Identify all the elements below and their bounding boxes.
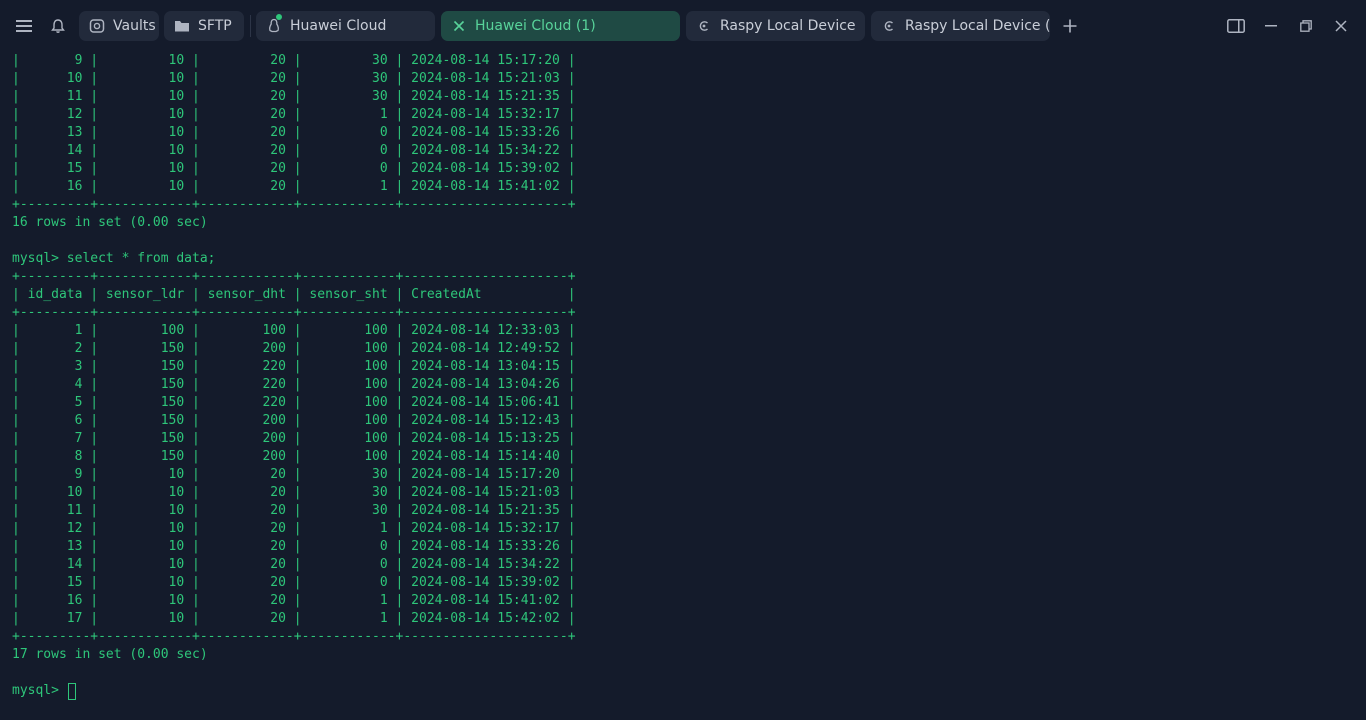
tab-label: Raspy Local Device [720,18,856,34]
terminal-line: | 9 | 10 | 20 | 30 | 2024-08-14 15:17:20… [12,467,576,482]
terminal-line: | 6 | 150 | 200 | 100 | 2024-08-14 15:12… [12,413,576,428]
tab-label: Huawei Cloud (1) [475,18,596,34]
terminal-line: | 10 | 10 | 20 | 30 | 2024-08-14 15:21:0… [12,485,576,500]
terminal-line: | 4 | 150 | 220 | 100 | 2024-08-14 13:04… [12,377,576,392]
terminal-cursor [68,683,76,700]
terminal-line: | 13 | 10 | 20 | 0 | 2024-08-14 15:33:26… [12,125,576,140]
tab-label: Raspy Local Device (1) [905,18,1050,34]
tab-vaults[interactable]: Vaults [79,11,159,41]
raspberry-icon [881,18,897,34]
terminal-line: +---------+------------+------------+---… [12,629,576,644]
terminal-prompt: mysql> [12,683,67,698]
tab-huawei-cloud[interactable]: Huawei Cloud [256,11,435,41]
terminal-line: | 12 | 10 | 20 | 1 | 2024-08-14 15:32:17… [12,107,576,122]
terminal-line: | 16 | 10 | 20 | 1 | 2024-08-14 15:41:02… [12,593,576,608]
tab-label: Huawei Cloud [290,18,387,34]
terminal-line: | 14 | 10 | 20 | 0 | 2024-08-14 15:34:22… [12,557,576,572]
vault-icon [89,18,105,34]
terminal-output[interactable]: | 9 | 10 | 20 | 30 | 2024-08-14 15:17:20… [0,52,1366,720]
terminal-line: | 14 | 10 | 20 | 0 | 2024-08-14 15:34:22… [12,143,576,158]
tab-label: SFTP [198,18,232,34]
terminal-line: 17 rows in set (0.00 sec) [12,647,208,662]
terminal-line: 16 rows in set (0.00 sec) [12,215,208,230]
terminal-line: | 8 | 150 | 200 | 100 | 2024-08-14 15:14… [12,449,576,464]
terminal-line: | id_data | sensor_ldr | sensor_dht | se… [12,287,576,302]
window-close-icon[interactable] [1327,12,1355,40]
terminal-line: | 9 | 10 | 20 | 30 | 2024-08-14 15:17:20… [12,53,576,68]
terminal-line: | 7 | 150 | 200 | 100 | 2024-08-14 15:13… [12,431,576,446]
tab-raspy-local-device[interactable]: Raspy Local Device [686,11,865,41]
terminal-line: +---------+------------+------------+---… [12,197,576,212]
terminal-line: | 12 | 10 | 20 | 1 | 2024-08-14 15:32:17… [12,521,576,536]
terminal-line: | 16 | 10 | 20 | 1 | 2024-08-14 15:41:02… [12,179,576,194]
terminal-line: | 11 | 10 | 20 | 30 | 2024-08-14 15:21:3… [12,89,576,104]
connection-status-dot [276,14,282,20]
close-icon[interactable] [451,18,467,34]
terminal-line: | 13 | 10 | 20 | 0 | 2024-08-14 15:33:26… [12,539,576,554]
restore-icon[interactable] [1292,12,1320,40]
terminal-line: +---------+------------+------------+---… [12,305,576,320]
terminal-line: | 3 | 150 | 220 | 100 | 2024-08-14 13:04… [12,359,576,374]
terminal-line: | 2 | 150 | 200 | 100 | 2024-08-14 12:49… [12,341,576,356]
folder-icon [174,18,190,34]
raspberry-icon [696,18,712,34]
linux-penguin-icon [266,18,282,34]
tab-label: Vaults [113,18,156,34]
terminal-line: | 1 | 100 | 100 | 100 | 2024-08-14 12:33… [12,323,576,338]
terminal-line: | 15 | 10 | 20 | 0 | 2024-08-14 15:39:02… [12,575,576,590]
new-tab-icon[interactable] [1056,12,1084,40]
sidebar-toggle-icon[interactable] [1222,12,1250,40]
title-bar: Vaults SFTP Huawei Cloud Huawei Cloud (1… [0,0,1366,52]
tab-raspy-local-device-1[interactable]: Raspy Local Device (1) [871,11,1050,41]
tab-divider [250,15,251,37]
bell-icon[interactable] [44,12,72,40]
terminal-line: | 5 | 150 | 220 | 100 | 2024-08-14 15:06… [12,395,576,410]
terminal-line: | 10 | 10 | 20 | 30 | 2024-08-14 15:21:0… [12,71,576,86]
terminal-line: | 11 | 10 | 20 | 30 | 2024-08-14 15:21:3… [12,503,576,518]
menu-icon[interactable] [10,12,38,40]
terminal-line: +---------+------------+------------+---… [12,269,576,284]
terminal-line: | 15 | 10 | 20 | 0 | 2024-08-14 15:39:02… [12,161,576,176]
tab-huawei-cloud-1[interactable]: Huawei Cloud (1) [441,11,680,41]
terminal-line: | 17 | 10 | 20 | 1 | 2024-08-14 15:42:02… [12,611,576,626]
terminal-line: mysql> select * from data; [12,251,216,266]
tab-sftp[interactable]: SFTP [164,11,244,41]
minimize-icon[interactable] [1257,12,1285,40]
